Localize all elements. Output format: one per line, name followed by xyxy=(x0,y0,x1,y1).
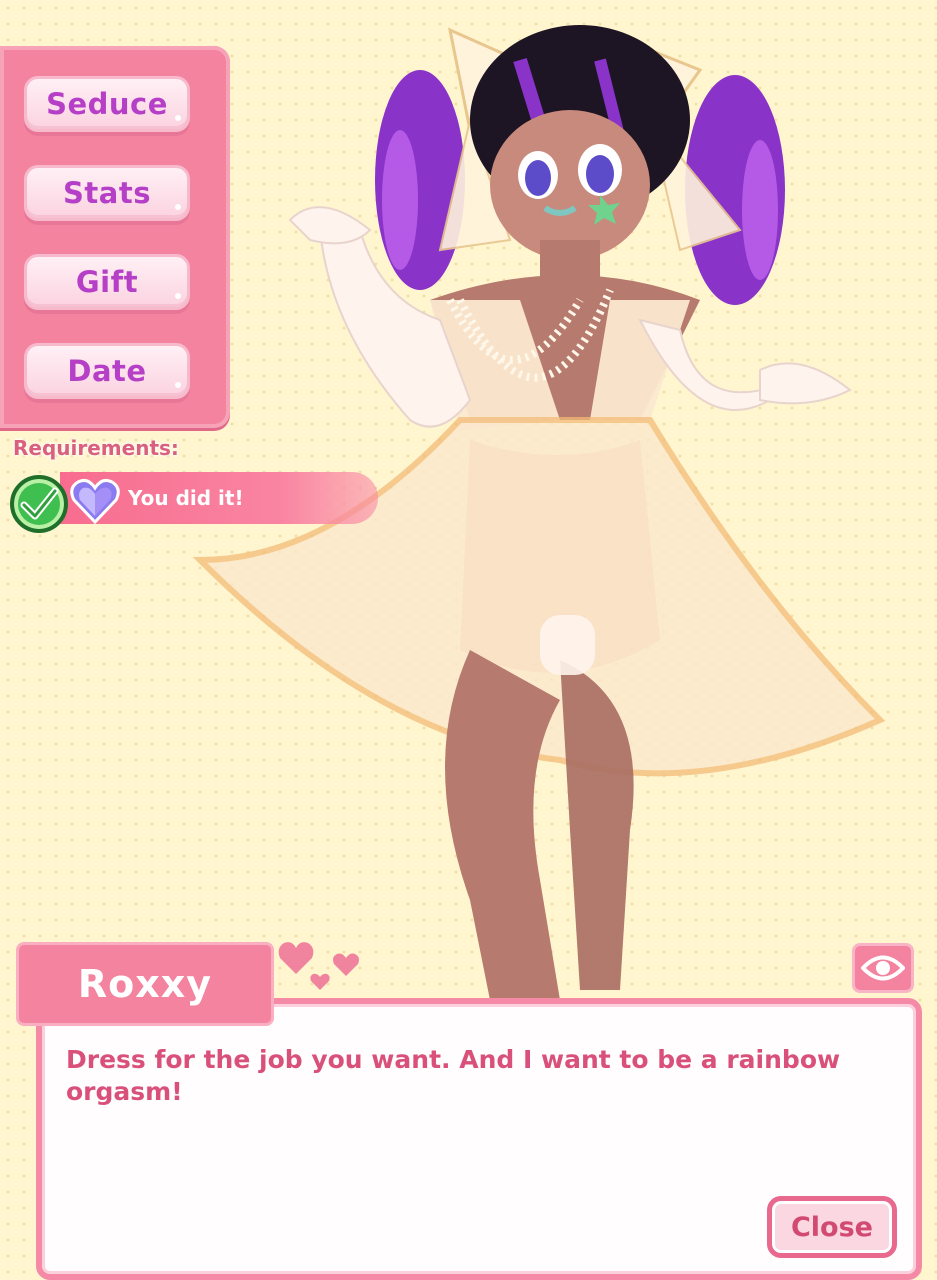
speaker-name-tab: Roxxy xyxy=(16,942,274,1026)
speaker-name: Roxxy xyxy=(77,962,213,1006)
action-menu: Seduce Stats Gift Date xyxy=(0,46,230,428)
dialogue-text: Dress for the job you want. And I want t… xyxy=(66,1045,841,1106)
hearts-icon xyxy=(278,942,359,990)
gift-button[interactable]: Gift xyxy=(24,254,190,310)
check-icon xyxy=(10,475,68,533)
close-button[interactable]: Close xyxy=(767,1196,897,1258)
requirement-status: You did it! xyxy=(128,486,244,510)
requirements-label: Requirements: xyxy=(13,436,179,460)
seduce-button[interactable]: Seduce xyxy=(24,76,190,132)
stats-button[interactable]: Stats xyxy=(24,165,190,221)
date-button[interactable]: Date xyxy=(24,343,190,399)
heart-gem-icon xyxy=(70,479,120,524)
eye-icon xyxy=(861,955,905,981)
hide-ui-button[interactable] xyxy=(852,943,914,993)
